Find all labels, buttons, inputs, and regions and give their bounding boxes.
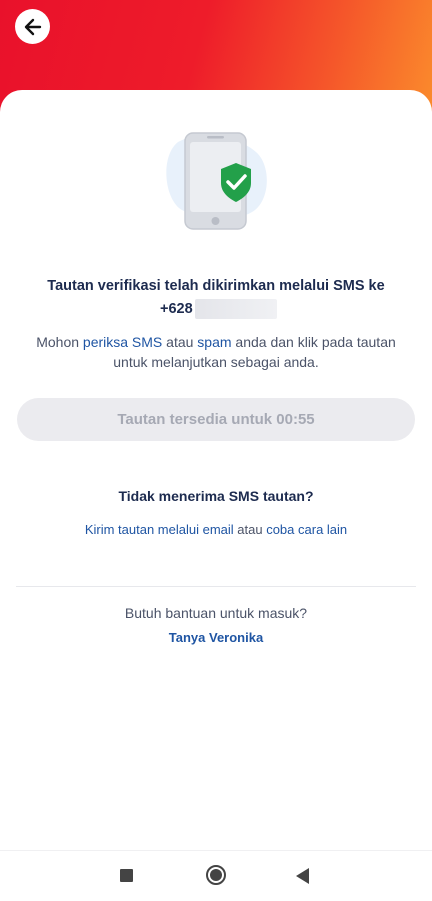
check-sms-link[interactable]: periksa SMS — [83, 334, 162, 350]
phone-number: +628 — [160, 299, 277, 319]
no-sms-heading: Tidak menerima SMS tautan? — [118, 488, 314, 504]
redacted-phone — [194, 299, 277, 319]
help-question: Butuh bantuan untuk masuk? — [124, 605, 308, 621]
back-triangle-icon[interactable] — [296, 868, 309, 884]
instruction-part1: Mohon — [36, 334, 83, 350]
back-button[interactable] — [15, 9, 50, 44]
arrow-left-icon — [24, 18, 41, 35]
phone-prefix: +628 — [160, 301, 193, 317]
spam-link[interactable]: spam — [197, 334, 231, 350]
instruction-part2: atau — [162, 334, 198, 350]
try-other-way-link[interactable]: coba cara lain — [266, 522, 347, 537]
verification-title: Tautan verifikasi telah dikirimkan melal… — [47, 278, 385, 294]
ask-veronika-link[interactable]: Tanya Veronika — [20, 630, 412, 645]
system-nav-bar — [0, 850, 432, 901]
phone-shield-check-icon — [166, 132, 267, 230]
send-email-link[interactable]: Kirim tautan melalui email — [85, 522, 234, 537]
recent-apps-square-icon[interactable] — [120, 869, 133, 882]
home-circle-icon[interactable] — [206, 865, 226, 885]
divider — [16, 586, 416, 587]
instruction-text: Mohon periksa SMS atau spam anda dan kli… — [20, 332, 412, 372]
link-timer-button[interactable]: Tautan tersedia untuk 00:55 — [17, 398, 415, 441]
home-dot-icon — [210, 869, 222, 881]
alternative-options: Kirim tautan melalui email atau coba car… — [20, 522, 412, 537]
alt-separator: atau — [233, 522, 267, 537]
